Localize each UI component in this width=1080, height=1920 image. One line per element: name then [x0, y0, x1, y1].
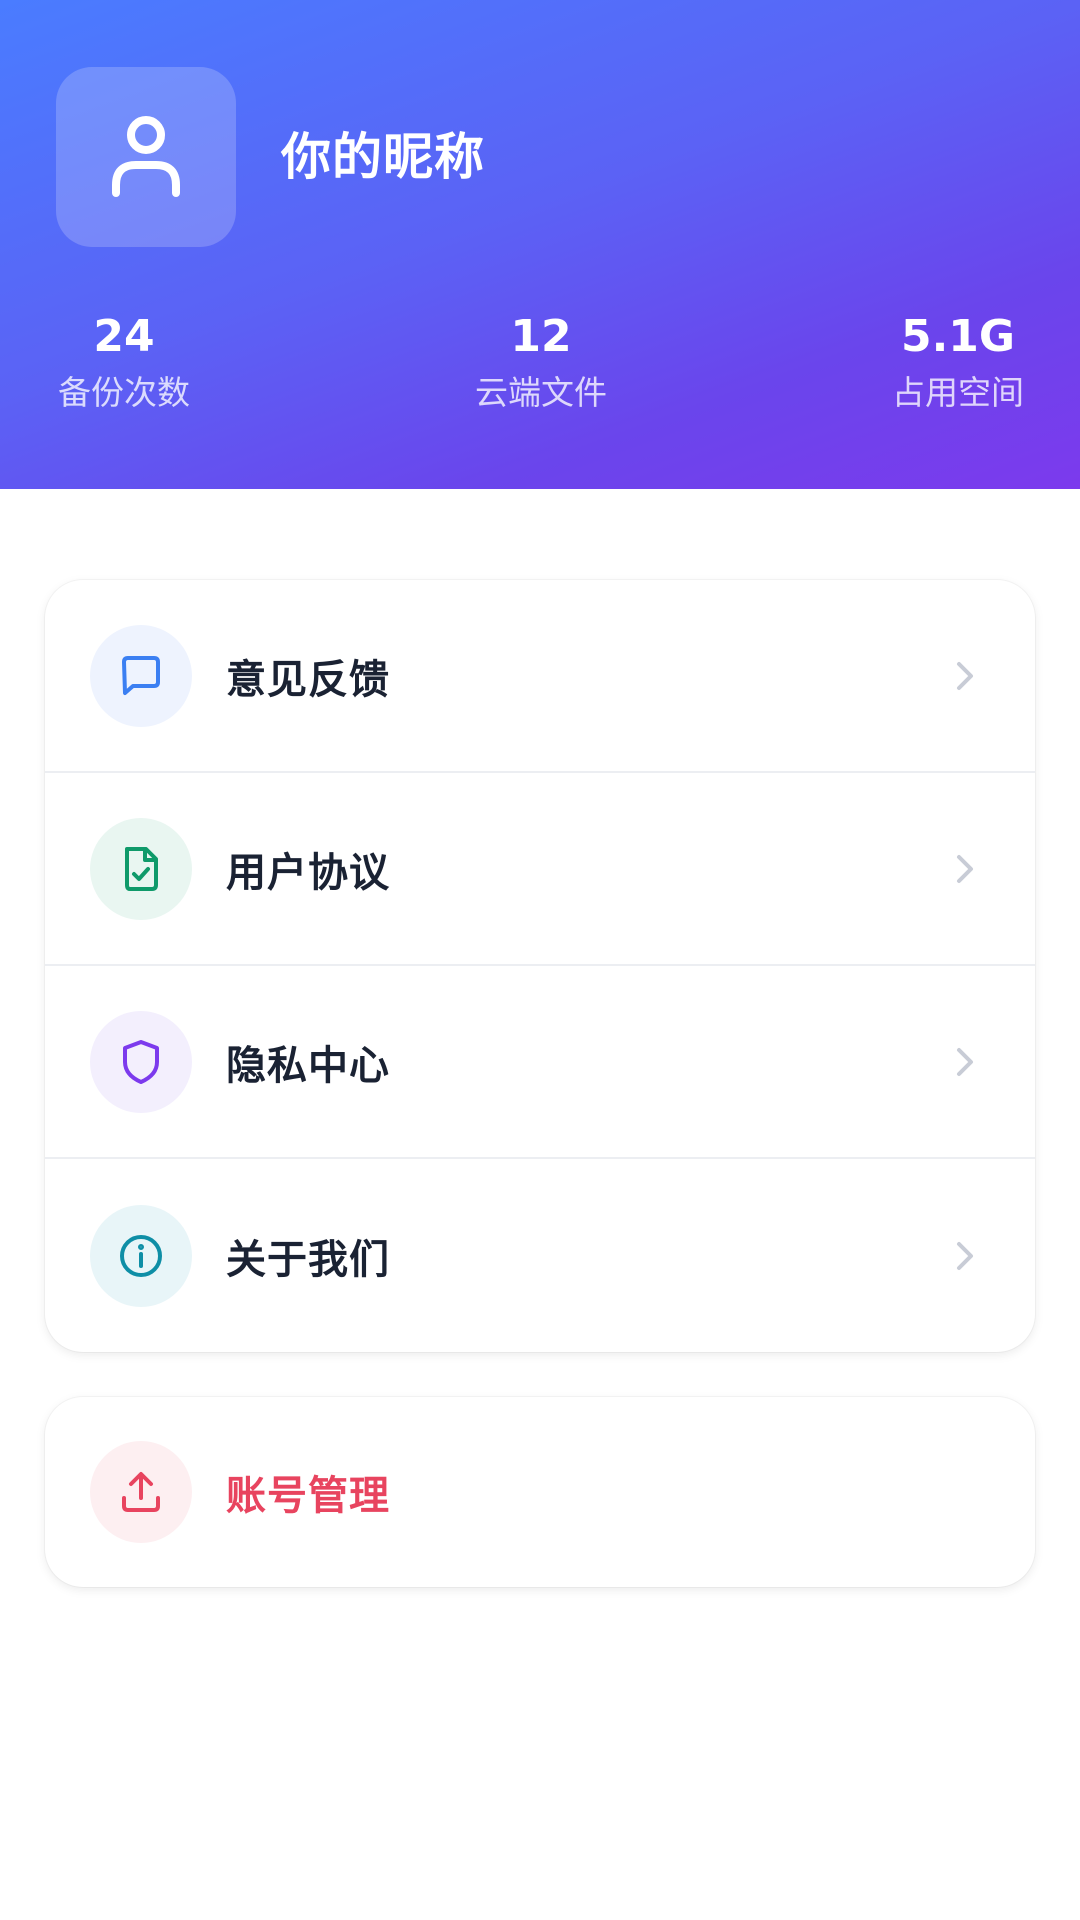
avatar[interactable]: [56, 67, 236, 247]
stat-value: 5.1G: [900, 311, 1016, 362]
menu-card: 意见反馈 用户协议 隐私中心 关于我们: [45, 580, 1035, 1352]
stat-backups: 24 备份次数: [24, 308, 224, 418]
document-check-icon: [125, 846, 158, 891]
account-management-item[interactable]: 账号管理: [45, 1397, 1035, 1587]
shield-icon: [123, 1039, 159, 1084]
account-management-label: 账号管理: [226, 1473, 390, 1519]
upload-icon: [122, 1472, 160, 1512]
icon-badge: [90, 1010, 192, 1113]
profile-header: 你的昵称 24 备份次数 12 云端文件 5.1G 占用空间: [0, 0, 1080, 489]
menu-item-label: 隐私中心: [226, 1042, 390, 1089]
chevron-right-icon: [957, 854, 973, 883]
stat-label: 占用空间: [892, 373, 1024, 412]
stat-label: 备份次数: [58, 373, 190, 412]
nickname[interactable]: 你的昵称: [281, 122, 485, 192]
stat-cloud-files: 12 云端文件: [441, 308, 641, 418]
menu-item-about-us[interactable]: 关于我们: [45, 1159, 1035, 1352]
user-icon: [112, 116, 180, 197]
stat-value: 12: [510, 311, 572, 362]
menu-item-label: 关于我们: [226, 1236, 390, 1283]
icon-badge: [90, 817, 192, 920]
account-card: 账号管理: [45, 1397, 1035, 1587]
menu-item-privacy-center[interactable]: 隐私中心: [45, 966, 1035, 1159]
message-icon: [122, 655, 160, 695]
menu-item-user-agreement[interactable]: 用户协议: [45, 773, 1035, 966]
menu-item-label: 意见反馈: [226, 656, 390, 703]
chevron-right-icon: [957, 1047, 973, 1076]
stat-value: 24: [93, 311, 155, 362]
info-icon: [120, 1234, 162, 1277]
chevron-right-icon: [957, 661, 973, 690]
icon-badge: [90, 1204, 192, 1307]
icon-badge: [90, 624, 192, 727]
icon-badge: [90, 1441, 192, 1543]
chevron-right-icon: [957, 1241, 973, 1270]
stat-storage-used: 5.1G 占用空间: [858, 308, 1058, 418]
menu-item-feedback[interactable]: 意见反馈: [45, 580, 1035, 773]
stat-label: 云端文件: [475, 373, 607, 412]
menu-item-label: 用户协议: [226, 849, 390, 896]
